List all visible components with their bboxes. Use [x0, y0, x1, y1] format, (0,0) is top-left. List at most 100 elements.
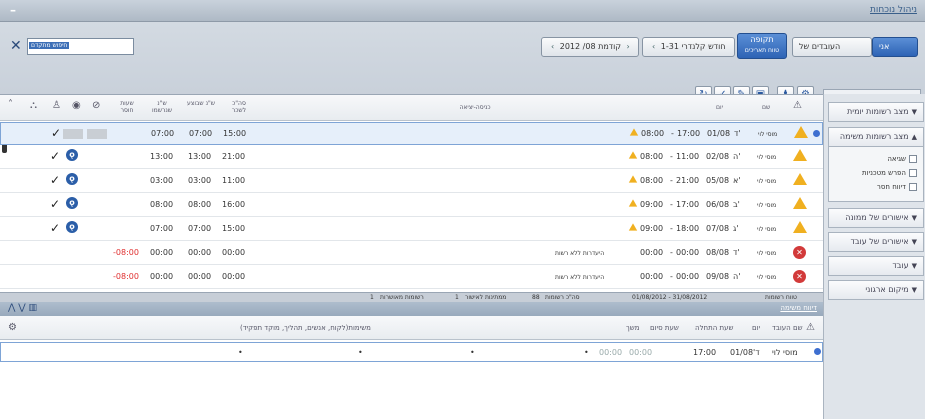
table-row[interactable]: ✓ ǫ 07:00 07:00 15:00 09:00-18:00 07/08 ג' מוסי …	[0, 218, 823, 241]
col-employee[interactable]: שם	[762, 104, 770, 111]
cell-sep: -	[670, 272, 673, 281]
task-row[interactable]: • • • • 00:00 00:00 17:00 01/08'ד מוסי ל…	[0, 342, 823, 362]
col-date[interactable]: יום	[716, 104, 723, 111]
cell-sep: -	[671, 129, 674, 138]
table-row[interactable]: ✓ ǫ 03:00 03:00 11:00 08:00-21:00 05/08 א' מוסי …	[0, 170, 823, 193]
checkbox[interactable]	[909, 169, 917, 177]
table-row[interactable]: -08:00 00:00 00:00 00:00 היעדרות ללא רשות 00:…	[0, 242, 823, 265]
chevron-down-icon: ▼	[911, 286, 917, 294]
comment-icon: ◉	[72, 100, 81, 111]
sidebar-item-employee-approvals[interactable]: אישורים של עובד ▼	[828, 232, 924, 252]
chevron-left-icon[interactable]: ‹	[652, 42, 655, 51]
cell-total: 00:00	[222, 272, 246, 281]
col-end[interactable]: שעת סיום	[650, 324, 679, 332]
col-duration[interactable]: משך	[626, 324, 639, 332]
gear-icon[interactable]: ⚙	[8, 322, 17, 333]
col-task[interactable]: משימות(לקוח, אנשים, תהליך, מוקד תפקיד)	[240, 324, 371, 332]
sidebar-label: מצב רשומות משימה	[839, 132, 909, 141]
comment-icon[interactable]: ǫ	[66, 149, 78, 161]
comment-icon[interactable]: ǫ	[66, 173, 78, 185]
col-day[interactable]: יום	[752, 324, 760, 332]
table-row[interactable]: -08:00 00:00 00:00 00:00 היעדרות ללא רשות 00:…	[0, 266, 823, 289]
chevron-down-icon: ▼	[911, 238, 917, 246]
cell-exit: 21:00	[676, 176, 700, 185]
menu-icon[interactable]: –	[10, 3, 16, 17]
cell-employee: מוסי לוי	[757, 178, 777, 185]
sidebar-item-employee[interactable]: עובד ▼	[828, 256, 924, 276]
task-panel-title[interactable]: דיווח משימה	[780, 304, 817, 312]
cell-sep: -	[670, 152, 673, 161]
col-total[interactable]: סה"כ לשכר	[225, 100, 253, 114]
cell-exit: 18:00	[676, 224, 700, 233]
warning-icon	[794, 126, 808, 138]
cell-hours-worked: 00:00	[188, 248, 212, 257]
cell-day: ה'	[733, 272, 741, 281]
grid-header: ˄ ⛬ ♙ ◉ ⊘ שעות חוסר ש"נ שנרשמו ש"נ שבוצע…	[0, 95, 823, 121]
warning-icon	[628, 199, 638, 207]
table-row[interactable]: ✓ ǫ 08:00 08:00 16:00 09:00-17:00 06/08 ב' מוסי …	[0, 194, 823, 217]
option-missing[interactable]: דיווח חסר	[877, 183, 917, 191]
option-error[interactable]: שגיאה	[887, 155, 917, 163]
cell-date: 06/08	[706, 200, 730, 209]
col-employee[interactable]: שם העובד	[772, 324, 803, 332]
warning-icon	[628, 223, 638, 231]
chevron-down-icon: ▼	[911, 262, 917, 270]
sidebar-item-manager-approvals[interactable]: אישורים של ממונה ▼	[828, 208, 924, 228]
checkbox[interactable]	[909, 155, 917, 163]
summary-bar: 1 רשומות מאושרות 1 ממתינות לאישור 88 סה"…	[0, 292, 823, 302]
row-indicator-dot	[813, 130, 820, 137]
cell-missing: -08:00	[113, 272, 139, 281]
records-grid: ˄ ⛬ ♙ ◉ ⊘ שעות חוסר ש"נ שנרשמו ש"נ שבוצע…	[0, 94, 823, 313]
cell-employee: מוסי לוי	[757, 226, 777, 233]
sidebar-item-daily[interactable]: מצב רשומות יומית ▼	[828, 102, 924, 122]
placeholder-cell	[87, 129, 107, 139]
period-selector[interactable]: ‹ 2012 /08 קודמת ›	[541, 37, 639, 57]
cell-sep: -	[670, 176, 673, 185]
option-label: שגיאה	[887, 155, 906, 163]
cell-exit: 11:00	[676, 152, 700, 161]
cell-entry: 09:00	[640, 224, 664, 233]
cell-hours-worked: 07:00	[188, 224, 212, 233]
sort-up-icon[interactable]: ˄	[8, 100, 13, 110]
month-selector[interactable]: ‹ 1-31 חודש קלנדרי	[642, 37, 735, 57]
col-missing[interactable]: שעות חוסר	[113, 100, 141, 114]
advanced-search-link[interactable]: חיפוש מתקדם	[29, 42, 70, 49]
cell-day: ד'	[733, 248, 740, 257]
table-row[interactable]: ✓ 07:00 07:00 15:00 08:00-17:00 01/08 ד' מוסי ל…	[0, 122, 823, 145]
warning-icon	[793, 149, 807, 161]
chevron-down-icon: ▼	[911, 108, 917, 116]
close-icon[interactable]: ✕	[10, 38, 24, 54]
comment-icon[interactable]: ǫ	[66, 221, 78, 233]
comment-icon[interactable]: ǫ	[66, 197, 78, 209]
period-type-toggle[interactable]: תקופה טווח תאריכים	[737, 33, 787, 59]
status-options: שגיאה הפרש מטכניות דיווח חסר	[828, 147, 924, 202]
col-hours-worked[interactable]: ש"נ שבוצע	[187, 100, 215, 107]
cell-exit: 17:00	[676, 200, 700, 209]
cell-hours-recorded: 00:00	[150, 248, 174, 257]
cell-description: היעדרות ללא רשות	[555, 250, 605, 257]
option-diff[interactable]: הפרש מטכניות	[862, 169, 917, 177]
checkbox[interactable]	[909, 183, 917, 191]
col-hours-recorded[interactable]: ש"נ שנרשמו	[148, 100, 176, 114]
cell-day: ד'	[734, 129, 741, 138]
cell-entry: 00:00	[640, 248, 664, 257]
person-icon: ♙	[52, 100, 61, 111]
col-start[interactable]: שעת התחלה	[695, 324, 733, 332]
col-entry-exit[interactable]: כניסה-יציאה	[440, 104, 510, 111]
panel-controls[interactable]: ⋀ ⋁ ▥	[8, 303, 37, 313]
cell-hours-recorded: 00:00	[150, 272, 174, 281]
employees-of-selector[interactable]: העובדים של	[792, 37, 872, 57]
chevron-right-icon[interactable]: ›	[627, 42, 630, 51]
cell-entry: 09:00	[640, 200, 664, 209]
cell-date: 02/08	[706, 152, 730, 161]
task-end: 00:00	[629, 348, 653, 357]
sidebar-item-location[interactable]: מיקום ארגוני ▼	[828, 280, 924, 300]
employee-type-selector[interactable]: אני	[872, 37, 918, 57]
approved-check-icon: ✓	[50, 173, 61, 187]
period-label: תקופה	[750, 35, 774, 44]
cell-missing: -08:00	[113, 248, 139, 257]
period-value: 2012 /08	[559, 42, 596, 51]
table-row[interactable]: ✓ ǫ 13:00 13:00 21:00 08:00-11:00 02/08 ה' מוסי …	[0, 146, 823, 169]
sidebar-item-status[interactable]: מצב רשומות משימה ▲	[828, 127, 924, 147]
chevron-left-icon[interactable]: ‹	[551, 42, 554, 51]
